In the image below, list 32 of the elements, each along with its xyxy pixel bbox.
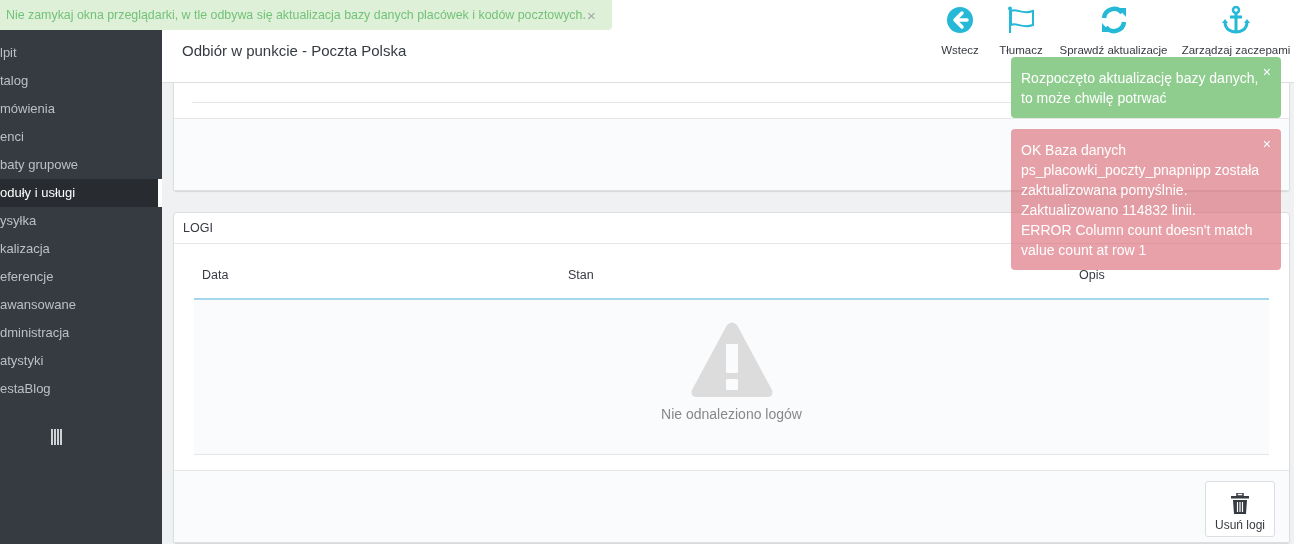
toolbar-button[interactable]: Tłumacz bbox=[991, 6, 1051, 56]
page-subtitle: Odbiór w punkcie - Poczta Polska bbox=[182, 42, 407, 60]
sidebar-item[interactable]: talog bbox=[0, 67, 162, 95]
sidebar-item[interactable]: eferencje bbox=[0, 263, 162, 291]
toolbar-button[interactable]: Wstecz bbox=[929, 6, 991, 56]
sidebar-item[interactable]: atystyki bbox=[0, 347, 162, 375]
sidebar-item[interactable]: dministracja bbox=[0, 319, 162, 347]
sidebar-item[interactable]: mówienia bbox=[0, 95, 162, 123]
sidebar-item[interactable]: baty grupowe bbox=[0, 151, 162, 179]
column-header: Data bbox=[202, 268, 229, 282]
column-header: Opis bbox=[1079, 268, 1105, 282]
warning-icon bbox=[689, 322, 774, 398]
sidebar-item[interactable]: oduły i usługi bbox=[0, 179, 162, 207]
sidebar-item[interactable]: estaBlog bbox=[0, 375, 162, 403]
collapse-icon[interactable] bbox=[51, 429, 62, 445]
sidebar-item[interactable]: lpit bbox=[0, 39, 162, 67]
delete-logs-button[interactable]: Usuń logi bbox=[1205, 481, 1275, 537]
empty-message: Nie odnaleziono logów bbox=[661, 406, 802, 422]
toast-message: Rozpoczęto aktualizację bazy danych, to może chwilę potrwać bbox=[1021, 69, 1260, 108]
flag-icon bbox=[1007, 6, 1035, 34]
toolbar-button[interactable]: Sprawdź aktualizacje bbox=[1051, 6, 1176, 56]
toast-message: OK Baza danych ps_placowki_poczty_pnapnipp została zaktualizowana pomyślnie. Zaktualizowano 114832 linii. ERROR Column count doesn't match value count at row 1 bbox=[1021, 141, 1261, 260]
toolbar-button[interactable]: Zarządzaj zaczepami bbox=[1176, 6, 1294, 56]
sidebar-item[interactable]: kalizacja bbox=[0, 235, 162, 263]
refresh-icon bbox=[1099, 6, 1128, 34]
trash-icon bbox=[1231, 493, 1249, 514]
sidebar-item[interactable]: awansowane bbox=[0, 291, 162, 319]
sidebar-item[interactable]: enci bbox=[0, 123, 162, 151]
anchor-icon bbox=[1222, 6, 1250, 34]
sidebar-item[interactable]: ysyłka bbox=[0, 207, 162, 235]
column-header: Stan bbox=[568, 268, 594, 282]
notice-text: Nie zamykaj okna przeglądarki, w tle odbywa się aktualizacja bazy danych placówek i kodów pocztowych. bbox=[6, 8, 586, 22]
